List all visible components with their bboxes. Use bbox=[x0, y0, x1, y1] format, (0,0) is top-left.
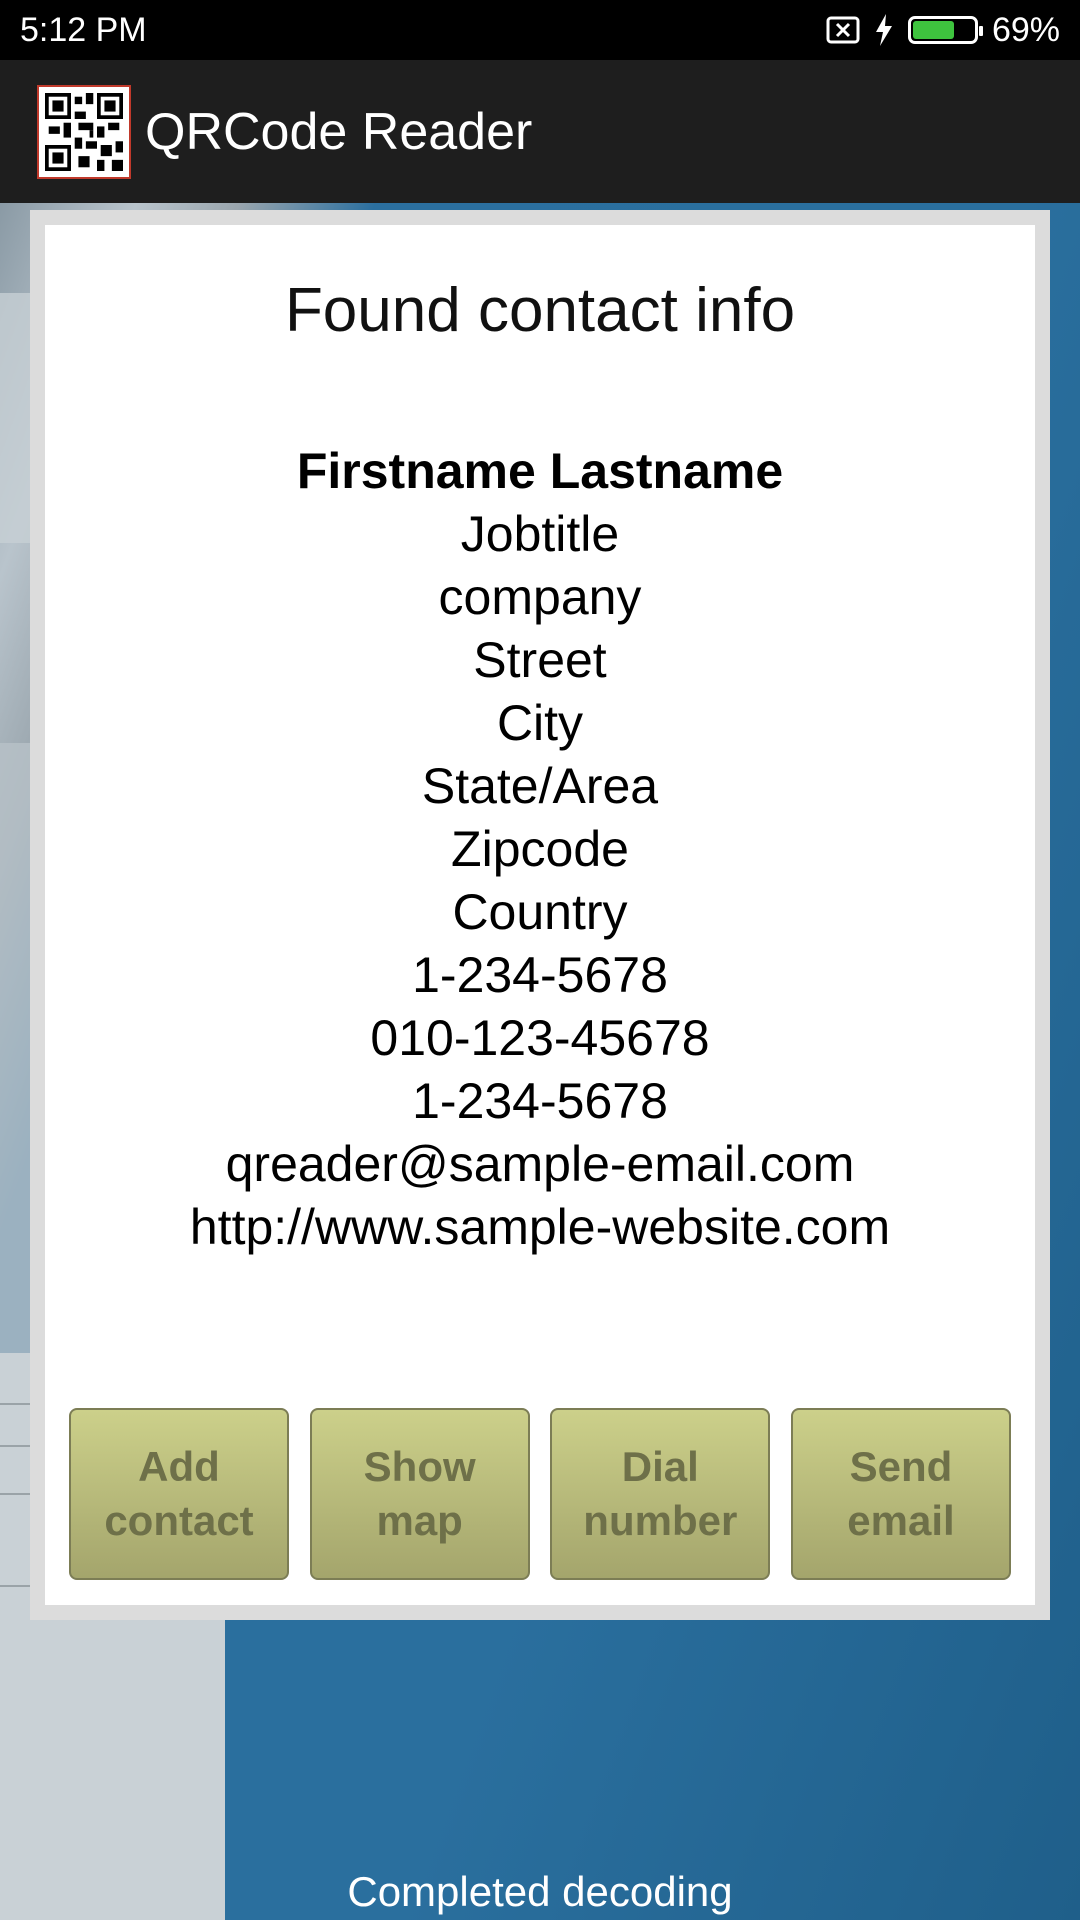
show-map-button[interactable]: Show map bbox=[309, 1408, 530, 1580]
battery-fill bbox=[912, 21, 955, 39]
contact-city: City bbox=[496, 695, 584, 751]
contact-details: Firstname Lastname Jobtitle company Stre… bbox=[0, 440, 1080, 1259]
battery-icon bbox=[907, 16, 983, 44]
contact-jobtitle: Jobtitle bbox=[460, 506, 620, 562]
app-title: QRCode Reader bbox=[145, 102, 533, 161]
qr-code-icon[interactable] bbox=[37, 84, 131, 179]
action-buttons: Add contact Show map Dial number Send em… bbox=[69, 1408, 1011, 1580]
contact-zipcode: Zipcode bbox=[451, 821, 629, 877]
contact-state: State/Area bbox=[421, 758, 659, 814]
contact-phone: 1-234-5678 bbox=[412, 947, 668, 1003]
contact-name: Firstname Lastname bbox=[296, 443, 784, 499]
contact-phone: 010-123-45678 bbox=[370, 1010, 710, 1066]
battery-percent: 69% bbox=[991, 10, 1060, 49]
dial-number-button[interactable]: Dial number bbox=[550, 1408, 771, 1580]
contact-phone: 1-234-5678 bbox=[412, 1073, 668, 1129]
status-icons: 69% bbox=[826, 11, 1060, 50]
contact-email: qreader@sample-email.com bbox=[225, 1136, 855, 1192]
contact-country: Country bbox=[452, 884, 628, 940]
contact-street: Street bbox=[473, 632, 607, 688]
no-sim-icon bbox=[826, 16, 860, 44]
send-email-button[interactable]: Send email bbox=[790, 1408, 1011, 1580]
status-bar: 5:12 PM 69% bbox=[0, 0, 1080, 60]
contact-company: company bbox=[438, 569, 642, 625]
decoding-status: Completed decoding bbox=[347, 1868, 733, 1915]
add-contact-button[interactable]: Add contact bbox=[69, 1408, 289, 1580]
status-time: 5:12 PM bbox=[20, 10, 147, 49]
charging-bolt-icon bbox=[874, 14, 894, 46]
contact-website: http://www.sample-website.com bbox=[189, 1199, 891, 1255]
dialog-title: Found contact info bbox=[284, 276, 796, 345]
app-bar: QRCode Reader bbox=[0, 60, 1080, 203]
